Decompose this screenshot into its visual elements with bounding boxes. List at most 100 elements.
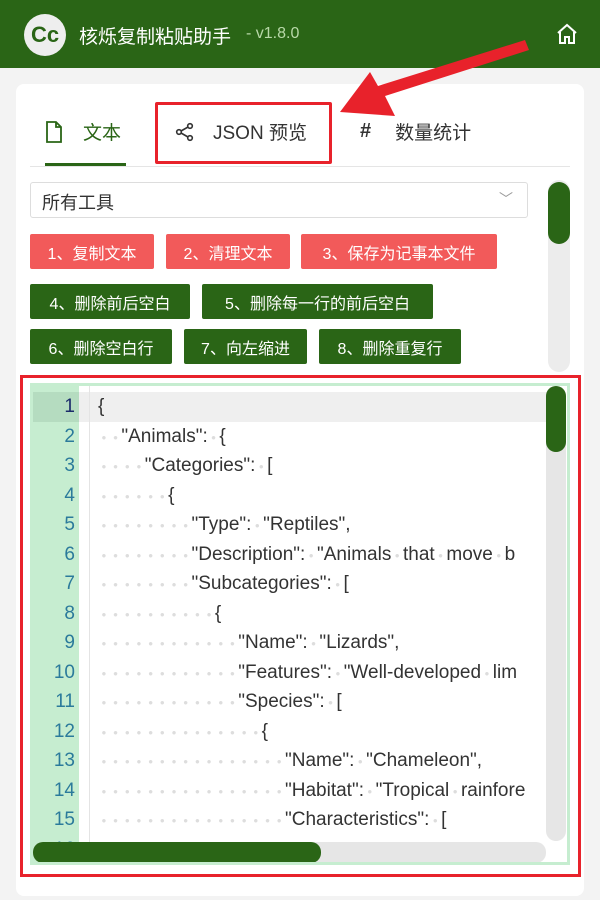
whitespace-marker: •	[124, 488, 130, 504]
code-line: 14 • • • • • • • • • • • • • • • • "Habitat": • "Tropical • r…	[33, 776, 567, 806]
whitespace-marker: •	[124, 518, 130, 533]
editor-vertical-scrollbar[interactable]	[546, 386, 566, 841]
whitespace-marker: •	[255, 518, 260, 533]
remove-duplicates-button[interactable]: 8、删除重复行	[319, 329, 461, 364]
tab-label: 数量统计	[395, 123, 472, 144]
whitespace-marker: •	[136, 518, 142, 533]
trim-each-line-button[interactable]: 5、删除每一行的前后空白	[202, 284, 433, 319]
scrollbar-thumb[interactable]	[33, 842, 321, 862]
line-number: 10	[53, 661, 75, 683]
whitespace-marker: •	[171, 754, 177, 769]
whitespace-marker: •	[101, 695, 107, 710]
whitespace-marker: •	[230, 754, 235, 769]
whitespace-marker: •	[136, 547, 142, 563]
code-text: • • • • • • • • • • • • "Species": •[	[98, 687, 342, 718]
whitespace-marker: •	[195, 724, 200, 740]
whitespace-marker: •	[206, 754, 212, 769]
whitespace-marker: •	[136, 695, 142, 710]
whitespace-marker: •	[113, 695, 118, 710]
whitespace-marker: •	[335, 577, 340, 592]
code-line: 11 • • • • • • • • • • • • "Species": •[	[33, 687, 567, 718]
whitespace-marker: •	[160, 518, 165, 533]
whitespace-marker: •	[171, 577, 177, 592]
code-text: • • "Animals": •{	[98, 422, 226, 453]
whitespace-marker: •	[253, 724, 259, 740]
whitespace-marker: •	[230, 783, 235, 799]
whitespace-marker: •	[276, 783, 282, 799]
whitespace-marker: •	[328, 695, 333, 710]
whitespace-marker: •	[171, 783, 177, 799]
whitespace-marker: •	[183, 665, 188, 681]
whitespace-marker: •	[230, 724, 235, 740]
whitespace-marker: •	[484, 665, 490, 681]
code-line: 10 • • • • • • • • • • • • "Features": • "Well-develope…	[33, 658, 567, 688]
tab-label: 文本	[83, 123, 122, 144]
tab-count-stats[interactable]: # 数量统计	[360, 118, 471, 145]
whitespace-marker: •	[230, 695, 235, 710]
line-number: 11	[55, 691, 75, 712]
whitespace-marker: •	[148, 783, 153, 799]
code-text: • • • • • • • • • • • • "Name": • "Lizards",	[98, 628, 400, 659]
app-logo: Cc	[24, 14, 66, 56]
whitespace-marker: •	[113, 636, 118, 651]
editor-horizontal-scrollbar[interactable]	[33, 842, 546, 862]
line-number: 4	[64, 484, 75, 506]
remove-blank-lines-button[interactable]: 6、删除空白行	[30, 329, 172, 364]
whitespace-marker: •	[183, 636, 188, 651]
tab-text[interactable]: 文本	[45, 118, 121, 145]
whitespace-marker: •	[171, 547, 177, 563]
whitespace-marker: •	[160, 813, 165, 828]
tools-scrollbar[interactable]	[548, 180, 570, 372]
code-text: • • • • "Categories": •[	[98, 451, 273, 482]
whitespace-marker: •	[113, 518, 118, 533]
whitespace-marker: •	[136, 636, 142, 651]
whitespace-marker: •	[136, 665, 142, 681]
whitespace-marker: •	[148, 636, 153, 651]
code-line: 13 • • • • • • • • • • • • • • • • "Name": • "Chameleon",	[33, 746, 567, 776]
whitespace-marker: •	[124, 695, 130, 710]
whitespace-marker: •	[206, 665, 212, 681]
json-editor[interactable]: 1{2 • • "Animals": •{3 • • • • "Categories": •[4 • •…	[30, 383, 570, 865]
whitespace-marker: •	[148, 606, 153, 622]
whitespace-marker: •	[160, 636, 165, 651]
code-line: 3 • • • • "Categories": •[	[33, 451, 567, 482]
tool-filter-select[interactable]: 所有工具 ﹀	[30, 182, 528, 218]
whitespace-marker: •	[183, 577, 188, 592]
whitespace-marker: •	[148, 547, 153, 563]
whitespace-marker: •	[195, 665, 200, 681]
whitespace-marker: •	[101, 665, 107, 681]
code-line: 2 • • "Animals": •{	[33, 422, 567, 453]
title-bar: Cc 核烁复制粘贴助手 - v1.8.0	[0, 0, 600, 68]
whitespace-marker: •	[265, 783, 270, 799]
code-text: • • • • • •{	[98, 481, 175, 512]
scrollbar-thumb[interactable]	[548, 182, 570, 244]
trim-whitespace-button[interactable]: 4、删除前后空白	[30, 284, 190, 319]
whitespace-marker: •	[124, 724, 130, 740]
scrollbar-thumb[interactable]	[546, 386, 566, 452]
whitespace-marker: •	[160, 488, 165, 504]
code-text: • • • • • • • • "Type": • "Reptiles",	[98, 510, 351, 541]
outdent-button[interactable]: 7、向左缩进	[184, 329, 307, 364]
whitespace-marker: •	[101, 547, 107, 563]
whitespace-marker: •	[160, 547, 165, 563]
code-line: 7 • • • • • • • • "Subcategories": •[	[33, 569, 567, 599]
whitespace-marker: •	[124, 636, 130, 651]
whitespace-marker: •	[195, 754, 200, 769]
whitespace-marker: •	[124, 754, 130, 769]
select-value: 所有工具	[42, 193, 114, 213]
line-number: 13	[53, 750, 75, 771]
whitespace-marker: •	[265, 754, 270, 769]
copy-text-button[interactable]: 1、复制文本	[30, 234, 154, 269]
whitespace-marker: •	[148, 577, 153, 592]
whitespace-marker: •	[101, 636, 107, 651]
whitespace-marker: •	[195, 606, 200, 622]
clean-text-button[interactable]: 2、清理文本	[166, 234, 290, 269]
whitespace-marker: •	[206, 783, 212, 799]
home-icon[interactable]	[555, 22, 579, 46]
whitespace-marker: •	[171, 813, 177, 828]
whitespace-marker: •	[265, 813, 270, 828]
whitespace-marker: •	[101, 813, 107, 828]
whitespace-marker: •	[148, 813, 153, 828]
save-notepad-button[interactable]: 3、保存为记事本文件	[301, 234, 497, 269]
code-text: • • • • • • • • • •{	[98, 599, 222, 630]
